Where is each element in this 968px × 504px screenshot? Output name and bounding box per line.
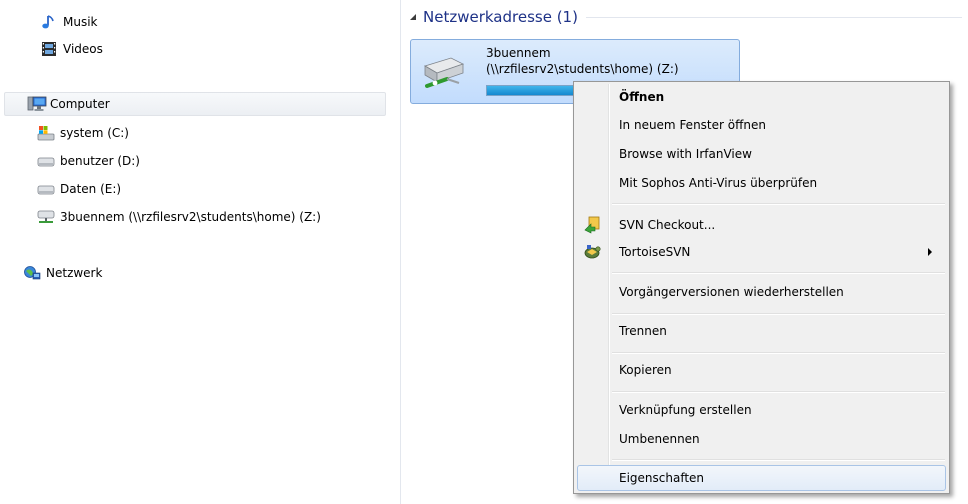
menu-separator — [612, 203, 945, 205]
menu-separator — [612, 272, 945, 274]
nav-item-label: 3buennem (\\rzfilesrv2\students\home) (Z… — [60, 210, 321, 224]
menu-separator — [612, 459, 945, 461]
music-note-icon — [40, 14, 58, 30]
pane-divider[interactable] — [400, 0, 401, 504]
network-globe-icon — [23, 265, 41, 281]
tortoise-icon — [583, 243, 601, 261]
menu-item-copy[interactable]: Kopieren — [577, 357, 946, 383]
nav-item-netzwerk[interactable]: Netzwerk — [23, 261, 102, 285]
drive-icon — [37, 181, 55, 197]
nav-item-label: Daten (E:) — [60, 182, 122, 196]
group-divider — [585, 16, 962, 18]
navigation-pane: Musik Videos Computer system (C:) benutz… — [0, 0, 392, 504]
submenu-arrow-icon — [928, 248, 932, 256]
collapse-triangle-icon[interactable] — [407, 11, 419, 23]
group-header[interactable]: Netzwerkadresse (1) — [407, 7, 962, 27]
nav-item-musik[interactable]: Musik — [40, 10, 98, 34]
nav-item-label: benutzer (D:) — [60, 154, 140, 168]
nav-item-daten-drive[interactable]: Daten (E:) — [37, 177, 121, 201]
menu-item-browse-irfanview[interactable]: Browse with IrfanView — [577, 141, 946, 167]
svn-checkout-icon — [583, 216, 601, 234]
menu-item-rename[interactable]: Umbenennen — [577, 426, 946, 452]
menu-item-svn-checkout[interactable]: SVN Checkout... — [577, 212, 946, 238]
drive-name: 3buennem — [486, 46, 551, 60]
menu-item-restore-previous-versions[interactable]: Vorgängerversionen wiederherstellen — [577, 279, 946, 305]
nav-item-label: Videos — [63, 42, 103, 56]
context-menu: Öffnen In neuem Fenster öffnen Browse wi… — [573, 81, 950, 494]
nav-item-benutzer-drive[interactable]: benutzer (D:) — [37, 149, 140, 173]
menu-separator — [612, 313, 945, 315]
menu-item-properties[interactable]: Eigenschaften — [577, 465, 946, 491]
nav-item-label: system (C:) — [60, 126, 129, 140]
menu-item-open[interactable]: Öffnen — [577, 84, 946, 110]
nav-item-system-drive[interactable]: system (C:) — [37, 121, 129, 145]
drive-icon — [37, 153, 55, 169]
menu-item-sophos-scan[interactable]: Mit Sophos Anti-Virus überprüfen — [577, 170, 946, 196]
nav-item-label: Computer — [50, 97, 110, 111]
menu-item-create-shortcut[interactable]: Verknüpfung erstellen — [577, 397, 946, 423]
computer-icon — [27, 96, 47, 112]
menu-separator — [612, 352, 945, 354]
system-drive-icon — [37, 125, 55, 141]
menu-item-disconnect[interactable]: Trennen — [577, 318, 946, 344]
nav-item-videos[interactable]: Videos — [40, 37, 103, 61]
nav-item-network-drive[interactable]: 3buennem (\\rzfilesrv2\students\home) (Z… — [37, 205, 321, 229]
drive-path: (\\rzfilesrv2\students\home) (Z:) — [486, 62, 679, 76]
menu-item-tortoisesvn[interactable]: TortoiseSVN — [577, 239, 946, 265]
nav-item-computer[interactable]: Computer — [4, 92, 386, 116]
film-strip-icon — [40, 41, 58, 57]
nav-item-label: Netzwerk — [46, 266, 103, 280]
group-title: Netzwerkadresse (1) — [423, 8, 578, 26]
network-drive-icon — [37, 209, 55, 225]
nav-item-label: Musik — [63, 15, 98, 29]
menu-separator — [612, 391, 945, 393]
menu-item-open-new-window[interactable]: In neuem Fenster öffnen — [577, 112, 946, 138]
network-drive-icon — [421, 52, 465, 94]
